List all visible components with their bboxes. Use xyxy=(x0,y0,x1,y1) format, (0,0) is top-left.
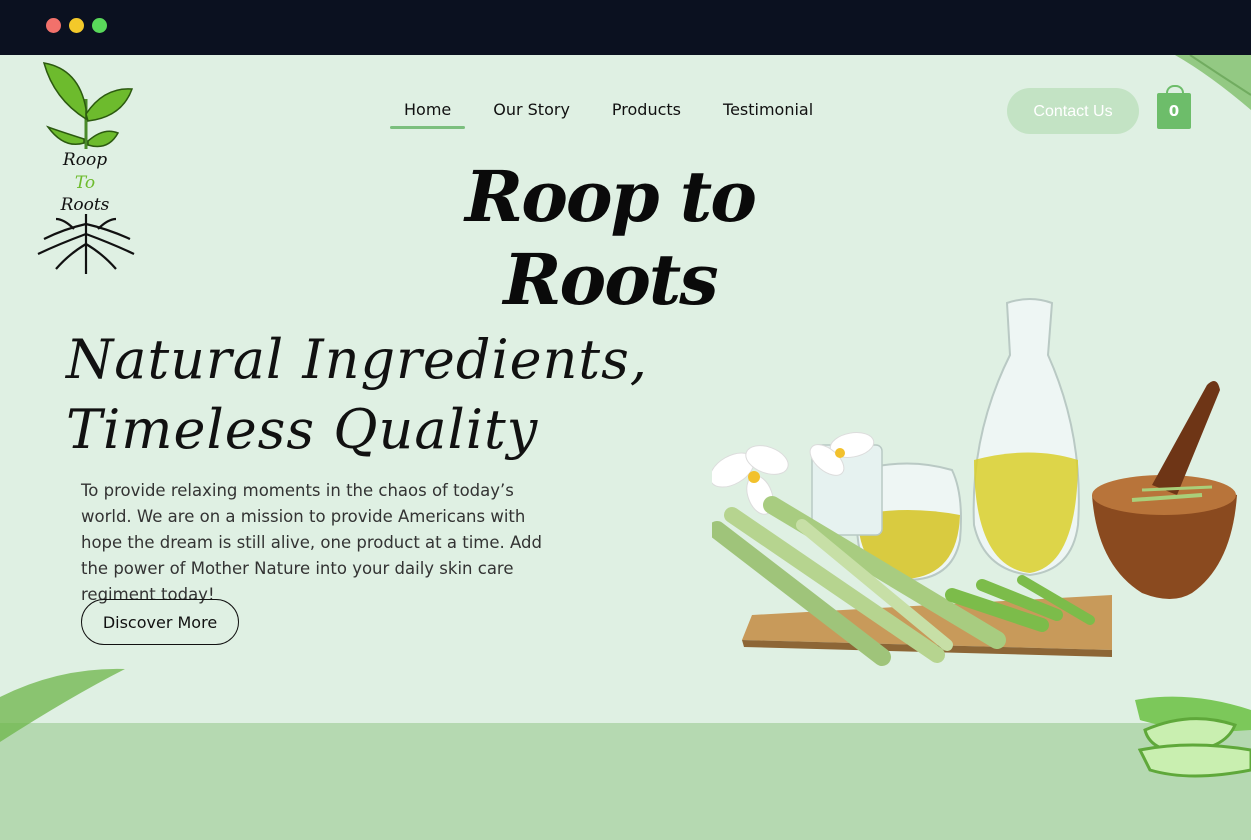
nav-home[interactable]: Home xyxy=(390,99,466,129)
hero-headline: Natural Ingredients, Timeless Quality xyxy=(66,325,648,465)
nav-products[interactable]: Products xyxy=(598,99,695,129)
next-section-band xyxy=(0,723,1251,840)
close-window-button[interactable] xyxy=(46,18,61,33)
hero-product-image xyxy=(712,298,1237,666)
logo-text-to: To xyxy=(75,173,95,193)
window-titlebar xyxy=(0,0,1251,55)
discover-more-button[interactable]: Discover More xyxy=(81,599,239,645)
aloe-vera-decoration-icon xyxy=(1135,696,1251,778)
cart-count: 0 xyxy=(1168,102,1180,120)
page: Roop To Roots Home Our Story Products Te… xyxy=(0,55,1251,840)
nav-our-story[interactable]: Our Story xyxy=(479,99,584,129)
leaf-decoration-icon xyxy=(0,668,125,742)
maximize-window-button[interactable] xyxy=(92,18,107,33)
hero-headline-line1: Natural Ingredients, xyxy=(66,328,648,391)
brand-logo[interactable]: Roop To Roots xyxy=(34,59,138,277)
shopping-bag-icon[interactable]: 0 xyxy=(1157,93,1191,129)
hero-description: To provide relaxing moments in the chaos… xyxy=(81,481,542,604)
main-nav: Home Our Story Products Testimonial xyxy=(390,99,841,135)
logo-text-roots: Roots xyxy=(60,195,110,215)
nav-testimonial[interactable]: Testimonial xyxy=(709,99,827,129)
contact-us-button[interactable]: Contact Us xyxy=(1007,88,1139,134)
minimize-window-button[interactable] xyxy=(69,18,84,33)
logo-text-roop: Roop xyxy=(62,150,107,170)
hero-headline-line2: Timeless Quality xyxy=(66,398,539,461)
